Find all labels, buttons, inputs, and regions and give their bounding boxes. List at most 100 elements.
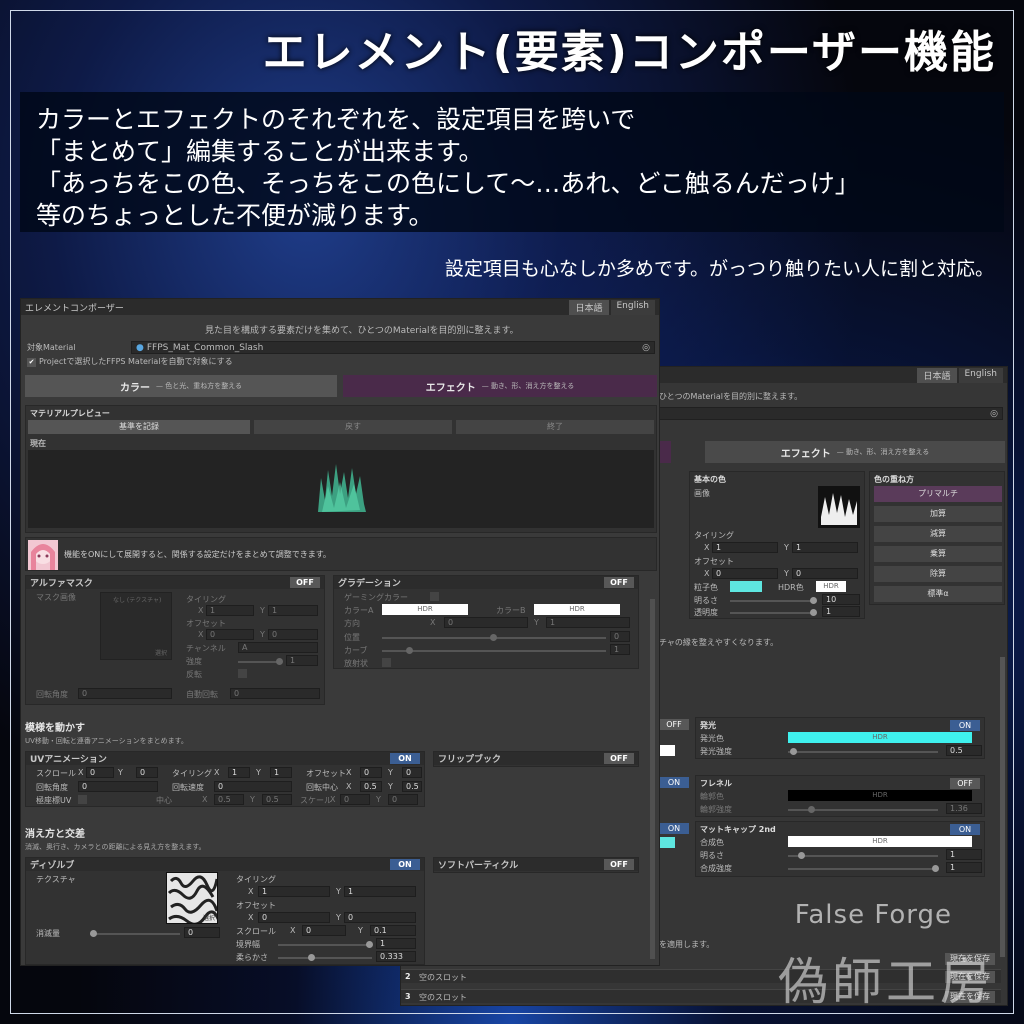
uv-rot-speed-input[interactable]: 0 [214,781,292,792]
uv-scroll-y[interactable]: 0 [136,767,158,778]
dissolve-edge-input[interactable]: 1 [376,938,416,949]
position-input[interactable]: 0 [610,631,630,642]
mask-image-slot[interactable]: なし (テクスチャ) 選択 [100,592,172,660]
matcap-color-swatch[interactable]: HDR [788,836,972,847]
dissolve-header[interactable]: ディゾルブ ON [26,858,424,871]
left-swatch-cyan[interactable] [659,837,675,848]
auto-rot-input[interactable]: 0 [230,688,320,699]
back-lang-en-button[interactable]: English [958,367,1003,383]
back-scrollbar[interactable] [1000,657,1005,957]
dissolve-scroll-x[interactable]: 0 [302,925,346,936]
uv-tiling-x[interactable]: 1 [228,767,250,778]
dissolve-softness-input[interactable]: 0.333 [376,951,416,962]
color-b-swatch[interactable]: HDR [534,604,620,615]
tiling-x-input[interactable]: 1 [712,542,778,553]
tab-effect[interactable]: エフェクト — 動き、形、消え方を整える [343,375,657,397]
emission-strength-input[interactable]: 0.5 [946,745,982,756]
uv-tiling-y[interactable]: 1 [270,767,292,778]
brightness-input[interactable]: 10 [822,594,860,605]
color-a-swatch[interactable]: HDR [382,604,468,615]
dissolve-edge-slider[interactable] [278,941,373,948]
matcap-strength-slider[interactable] [788,865,939,872]
blend-subtract-button[interactable]: 減算 [874,526,1002,542]
revert-button[interactable]: 戻す [254,420,452,434]
left-swatch[interactable] [659,745,675,756]
alpha-offset-y[interactable]: 0 [268,629,318,640]
base-texture-thumbnail[interactable] [818,486,860,528]
dissolve-tiling-x[interactable]: 1 [258,886,330,897]
back-tab-color-edge[interactable] [659,441,671,463]
rot-angle-input[interactable]: 0 [78,688,172,699]
offset-y-input[interactable]: 0 [792,568,858,579]
strength-slider[interactable] [238,658,283,665]
curve-input[interactable]: 1 [610,644,630,655]
brightness-slider[interactable] [730,597,817,604]
tiling-y-input[interactable]: 1 [792,542,858,553]
back-lang-ja-button[interactable]: 日本語 [917,367,957,383]
matcap-toggle[interactable]: ON [950,824,980,835]
back-target-field[interactable]: ◎ [659,407,1003,420]
blend-alpha-button[interactable]: 標準α [874,586,1002,602]
left-toggle-1[interactable]: ON [659,777,689,788]
fresnel-toggle[interactable]: OFF [950,778,980,789]
invert-checkbox[interactable] [238,669,247,678]
alpha-offset-x[interactable]: 0 [206,629,254,640]
dissolve-texture-thumbnail[interactable]: 選択 [166,872,218,924]
direction-x[interactable]: 0 [444,617,528,628]
matcap-strength-input[interactable]: 1 [946,862,982,873]
dissolve-scroll-y[interactable]: 0.1 [370,925,416,936]
soft-particle-toggle[interactable]: OFF [604,859,634,870]
back-tab-effect[interactable]: エフェクト — 動き、形、消え方を整える [705,441,1005,463]
matcap-brightness-slider[interactable] [788,852,938,859]
dissolve-offset-y[interactable]: 0 [344,912,416,923]
matcap-brightness-input[interactable]: 1 [946,849,982,860]
blend-add-button[interactable]: 加算 [874,506,1002,522]
uv-rot-center-x[interactable]: 0.5 [360,781,382,792]
record-baseline-button[interactable]: 基準を記録 [28,420,250,434]
front-scrollbar[interactable] [650,599,655,959]
uv-polar-checkbox[interactable] [78,795,87,804]
opacity-slider[interactable] [730,609,817,616]
uv-offset-y[interactable]: 0 [402,767,422,778]
uv-center-y[interactable]: 0.5 [262,794,292,805]
dissolve-tiling-y[interactable]: 1 [344,886,416,897]
hdr-color-swatch[interactable]: HDR [816,581,846,592]
target-picker-icon[interactable]: ◎ [990,409,998,419]
dissolve-toggle[interactable]: ON [390,859,420,870]
fresnel-strength-slider[interactable] [788,806,938,813]
emission-strength-slider[interactable] [788,748,938,755]
emission-toggle[interactable]: ON [950,720,980,731]
target-picker-icon[interactable]: ◎ [642,343,650,353]
gaming-color-checkbox[interactable] [430,592,439,601]
dissolve-offset-x[interactable]: 0 [258,912,330,923]
opacity-input[interactable]: 1 [822,606,860,617]
target-material-field[interactable]: ● FFPS_Mat_Common_Slash ◎ [131,341,655,354]
flipbook-toggle[interactable]: OFF [604,753,634,764]
strength-input[interactable]: 1 [286,655,318,666]
uv-scale-y[interactable]: 0 [388,794,418,805]
blend-divide-button[interactable]: 除算 [874,566,1002,582]
soft-particle-header[interactable]: ソフトパーティクル OFF [434,858,638,871]
offset-x-input[interactable]: 0 [712,568,778,579]
direction-y[interactable]: 1 [546,617,630,628]
uv-scale-x[interactable]: 0 [340,794,370,805]
uv-offset-x[interactable]: 0 [360,767,382,778]
alpha-tiling-x[interactable]: 1 [206,605,254,616]
uv-rot-center-y[interactable]: 0.5 [402,781,422,792]
particle-color-swatch[interactable] [730,581,762,592]
channel-select[interactable]: A [238,642,318,653]
position-slider[interactable] [382,634,606,641]
dissolve-amount-slider[interactable] [90,930,180,937]
tab-color[interactable]: カラー — 色と光、重ね方を整える [25,375,337,397]
alpha-tiling-y[interactable]: 1 [268,605,318,616]
fresnel-color-swatch[interactable]: HDR [788,790,972,801]
uv-animation-header[interactable]: UVアニメーション ON [26,752,424,765]
blend-multiply-button[interactable]: 乗算 [874,546,1002,562]
left-toggle-0[interactable]: OFF [659,719,689,730]
gradation-header[interactable]: グラデーション OFF [334,576,638,589]
dissolve-softness-slider[interactable] [278,954,372,961]
flipbook-header[interactable]: フリップブック OFF [434,752,638,765]
gradation-toggle[interactable]: OFF [604,577,634,588]
left-toggle-2[interactable]: ON [659,823,689,834]
curve-slider[interactable] [382,647,606,654]
